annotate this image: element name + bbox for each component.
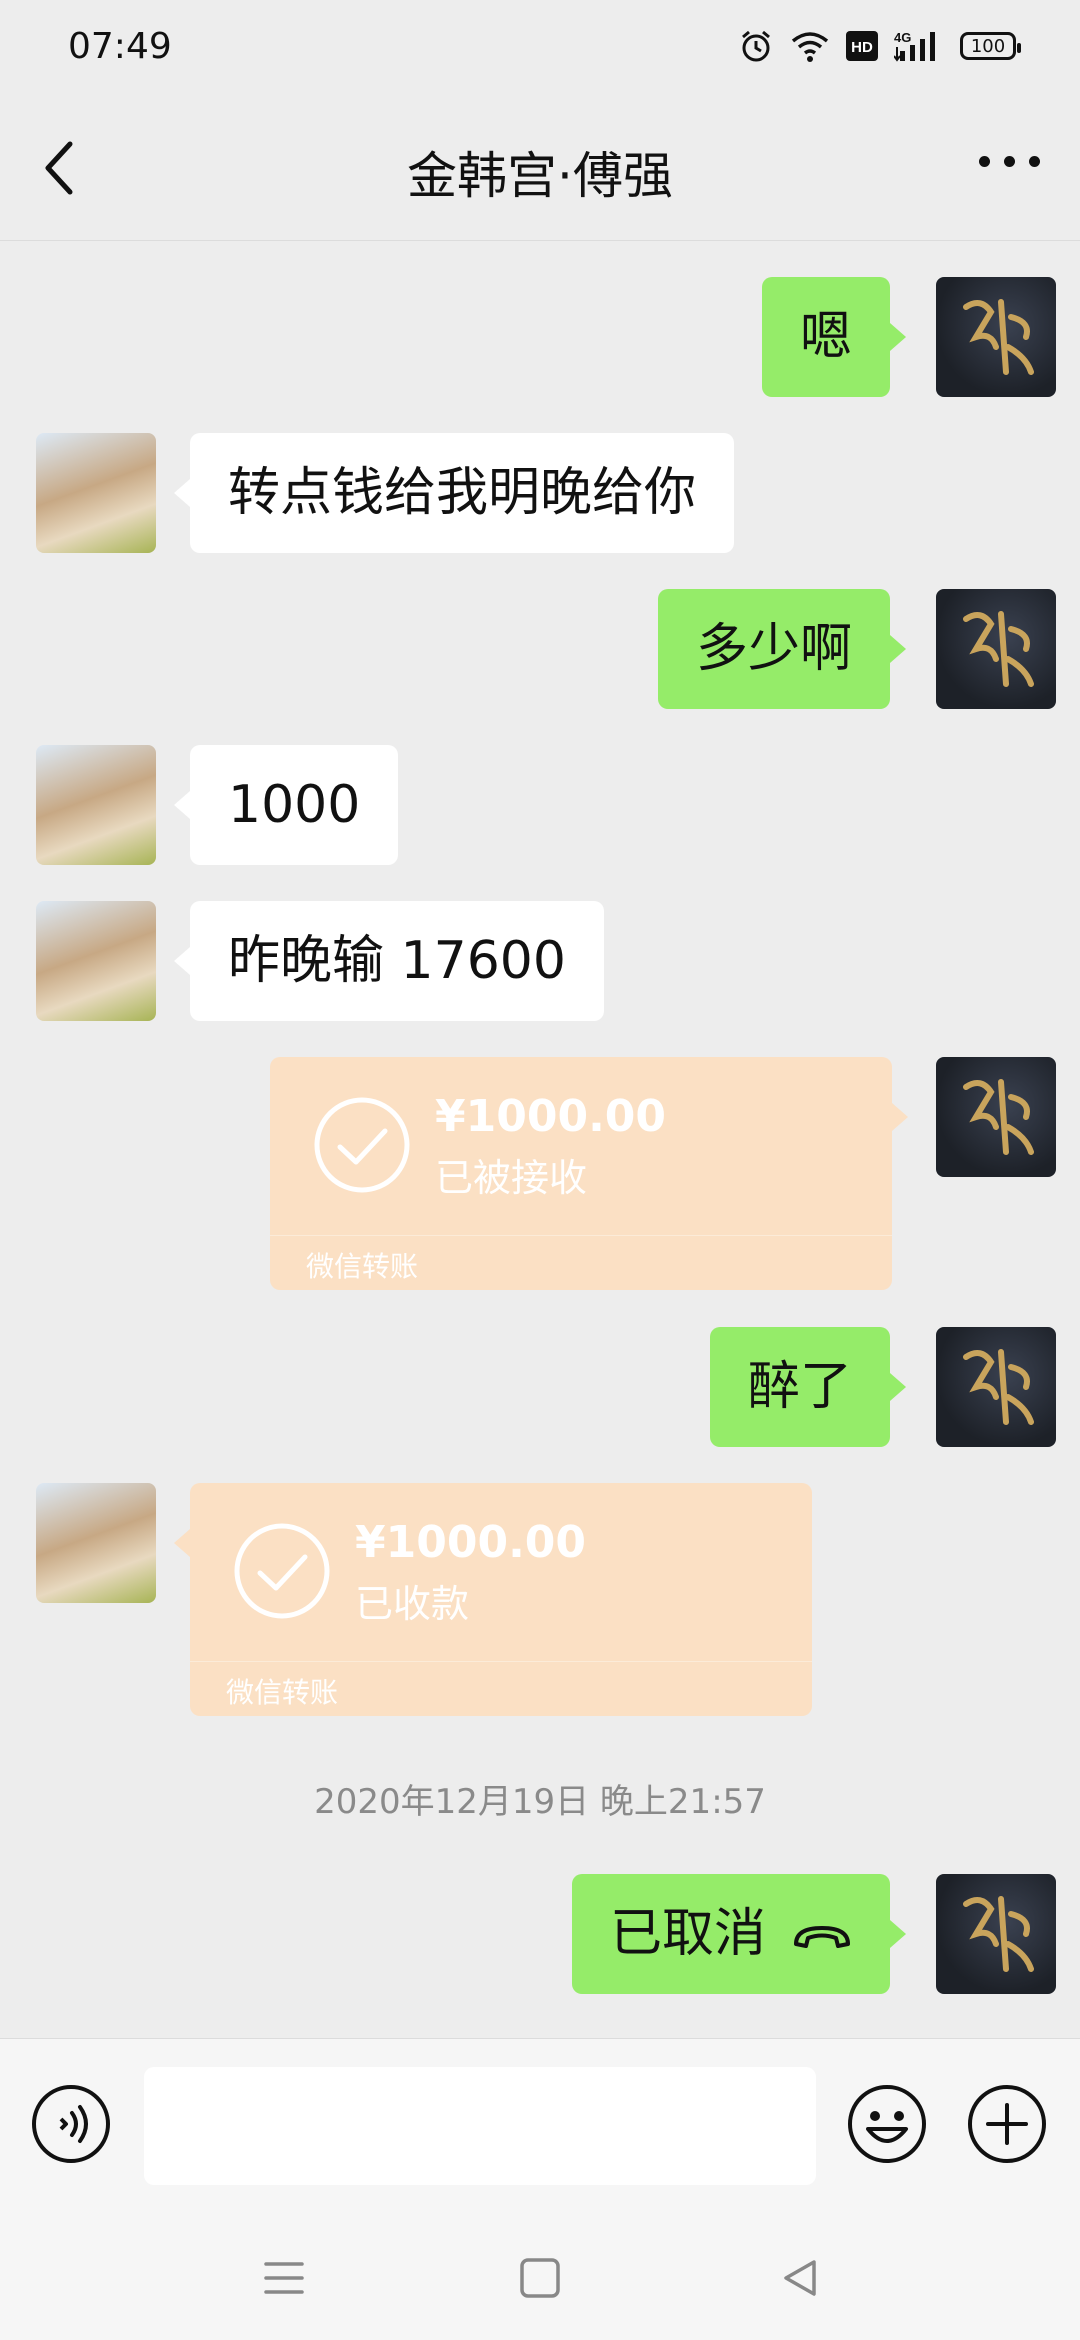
calligraphy-logo-icon (963, 1349, 1034, 1425)
check-circle-icon (234, 1523, 330, 1619)
check-circle-icon (314, 1097, 410, 1193)
call-status-text: 已取消 (609, 1904, 766, 1964)
status-icons: HD 4G 100 (738, 28, 1021, 64)
more-dot (979, 156, 990, 167)
message-input[interactable] (144, 2067, 816, 2185)
transfer-status: 已被接收 (435, 1156, 588, 1200)
wifi-icon (791, 32, 829, 62)
contact-avatar[interactable] (36, 745, 156, 865)
message-bubble-sent[interactable]: 嗯 (761, 277, 907, 397)
chat-header: 金韩宫·傅强 (0, 96, 1080, 241)
calligraphy-logo-icon (963, 1896, 1034, 1972)
transfer-divider (190, 1661, 812, 1662)
battery-icon: 100 (960, 32, 1021, 60)
hangup-icon (794, 1926, 850, 1948)
network-label: 4G (894, 30, 911, 45)
transfer-label: 微信转账 (226, 1676, 339, 1709)
contact-avatar[interactable] (36, 901, 156, 1021)
calligraphy-logo-icon (963, 299, 1034, 375)
status-bar: 07:49 HD 4G 100 (0, 0, 1080, 96)
more-icon[interactable] (979, 156, 1040, 167)
hd-label: HD (851, 39, 873, 56)
transfer-card-received[interactable]: ¥1000.00 已收款 微信转账 (174, 1483, 812, 1716)
my-avatar[interactable] (936, 1874, 1056, 1994)
hd-icon: HD (846, 31, 878, 61)
input-bar (0, 2038, 1080, 2219)
message-bubble-sent[interactable]: 多少啊 (657, 589, 907, 709)
transfer-card-sent[interactable]: ¥1000.00 已被接收 微信转账 (270, 1057, 908, 1290)
menu-nav-icon[interactable] (260, 2254, 308, 2302)
contact-avatar[interactable] (36, 433, 156, 553)
more-dot (1004, 156, 1015, 167)
my-avatar[interactable] (936, 277, 1056, 397)
transfer-amount: ¥1000.00 (435, 1091, 667, 1142)
plus-icon[interactable] (966, 2083, 1048, 2165)
transfer-divider (270, 1235, 892, 1236)
message-bubble-received[interactable]: 1000 (173, 745, 399, 865)
calligraphy-logo-icon (963, 611, 1034, 687)
more-dot (1029, 156, 1040, 167)
system-nav-bar (0, 2218, 1080, 2340)
voice-icon[interactable] (30, 2083, 112, 2165)
message-timestamp: 2020年12月19日 晚上21:57 (314, 1782, 766, 1822)
transfer-amount: ¥1000.00 (355, 1517, 587, 1568)
emoji-icon[interactable] (846, 2083, 928, 2165)
transfer-label: 微信转账 (306, 1250, 419, 1283)
message-bubble-sent[interactable]: 醉了 (709, 1327, 907, 1447)
contact-avatar[interactable] (36, 1483, 156, 1603)
message-list[interactable]: 嗯 转点钱给我明晚给你 多少啊 1000 昨晚输 17600 ¥1000.00 … (0, 240, 1080, 2038)
call-record-bubble[interactable]: 已取消 (571, 1874, 907, 1994)
my-avatar[interactable] (936, 1327, 1056, 1447)
alarm-icon (742, 30, 770, 62)
calligraphy-logo-icon (963, 1079, 1034, 1155)
4g-signal-icon: 4G (894, 30, 935, 62)
message-bubble-received[interactable]: 昨晚输 17600 (174, 901, 604, 1021)
back-nav-icon[interactable] (776, 2254, 824, 2302)
chat-title: 金韩宫·傅强 (407, 147, 673, 205)
my-avatar[interactable] (936, 1057, 1056, 1177)
message-bubble-received[interactable]: 转点钱给我明晚给你 (173, 433, 735, 553)
transfer-status: 已收款 (355, 1582, 470, 1626)
home-nav-icon[interactable] (516, 2254, 564, 2302)
status-time: 07:49 (68, 26, 172, 67)
my-avatar[interactable] (936, 589, 1056, 709)
